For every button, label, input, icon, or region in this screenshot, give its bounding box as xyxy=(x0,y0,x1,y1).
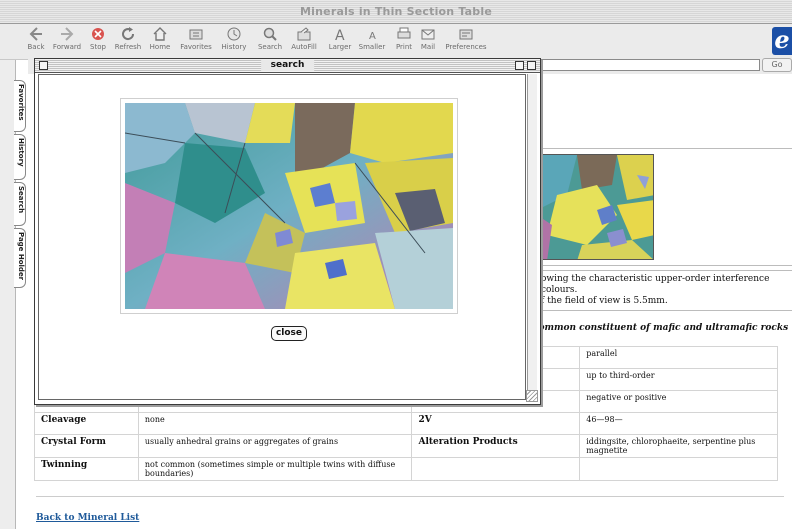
forward-arrow-icon xyxy=(61,27,74,41)
property-value: up to third-order xyxy=(579,368,778,391)
close-label: close xyxy=(275,328,303,338)
table-row: Cleavage none 2V 46—98— xyxy=(34,412,778,435)
property-value: parallel xyxy=(579,346,778,369)
table-row: Crystal Form usually anhedral grains or … xyxy=(34,434,778,458)
tab-search-label: Search xyxy=(17,186,25,214)
popup-body: close xyxy=(38,74,526,400)
tab-history[interactable]: History xyxy=(14,134,26,180)
search-button[interactable]: Search xyxy=(254,27,286,57)
collapse-box-icon[interactable] xyxy=(527,61,536,70)
close-box-icon[interactable] xyxy=(39,61,48,70)
go-label: Go xyxy=(771,60,783,69)
caption-line-2: f the field of view is 5.5mm. xyxy=(541,296,668,306)
favorites-icon xyxy=(189,29,203,40)
search-icon xyxy=(263,27,277,41)
tab-favorites[interactable]: Favorites xyxy=(14,80,26,132)
preferences-icon xyxy=(459,29,473,40)
resize-grip-icon[interactable] xyxy=(526,390,538,402)
close-button[interactable]: close xyxy=(271,326,307,341)
text-larger-icon: A xyxy=(335,28,345,41)
property-value: negative or positive xyxy=(579,390,778,413)
photo-frame xyxy=(120,98,458,314)
svg-text:A: A xyxy=(335,28,345,41)
description-text: a common constituent of mafic and ultram… xyxy=(524,323,789,333)
property-value: 46—98— xyxy=(579,412,778,435)
search-popup-window: search close xyxy=(34,58,541,405)
table-row: Twinning not common (sometimes simple or… xyxy=(34,457,778,481)
stop-button[interactable]: Stop xyxy=(82,27,114,57)
tab-page-holder-label: Page Holder xyxy=(17,232,25,281)
explorer-sidebar: Favorites History Search Page Holder xyxy=(0,60,26,529)
tab-history-label: History xyxy=(17,138,25,167)
thin-section-photo xyxy=(125,103,453,309)
caption-line-1: owing the characteristic upper-order int… xyxy=(541,274,770,295)
popup-titlebar[interactable]: search xyxy=(35,59,540,73)
autofill-button[interactable]: AutoFill xyxy=(288,27,320,57)
home-button[interactable]: Home xyxy=(144,27,176,57)
property-name: Twinning xyxy=(34,457,139,481)
tab-search[interactable]: Search xyxy=(14,182,26,226)
browser-toolbar: Back Forward Stop Refresh Home Favorites… xyxy=(0,24,792,60)
property-value: not common (sometimes simple or multiple… xyxy=(137,457,413,481)
history-button[interactable]: History xyxy=(218,27,250,57)
window-titlebar[interactable]: Minerals in Thin Section Table xyxy=(0,0,792,24)
property-value: usually anhedral grains or aggregates of… xyxy=(137,434,413,458)
image-caption: owing the characteristic upper-order int… xyxy=(540,270,792,311)
property-name: Crystal Form xyxy=(34,434,139,458)
back-to-mineral-list-link[interactable]: Back to Mineral List xyxy=(36,513,139,523)
forward-button[interactable]: Forward xyxy=(51,27,83,57)
tab-favorites-label: Favorites xyxy=(17,84,25,121)
smaller-button[interactable]: A Smaller xyxy=(356,27,388,57)
back-arrow-icon xyxy=(29,27,42,41)
property-name: 2V xyxy=(411,412,581,435)
mineral-description: a common constituent of mafic and ultram… xyxy=(524,323,792,333)
window-title: Minerals in Thin Section Table xyxy=(300,5,492,18)
autofill-icon xyxy=(297,27,311,41)
svg-text:A: A xyxy=(369,31,376,41)
preferences-label: Preferences xyxy=(445,43,487,51)
refresh-icon xyxy=(122,27,135,41)
go-button[interactable]: Go xyxy=(762,58,792,72)
larger-button[interactable]: A Larger xyxy=(324,27,356,57)
mail-icon xyxy=(421,29,435,40)
property-value: none xyxy=(137,412,413,435)
divider xyxy=(36,496,784,497)
zoom-box-icon[interactable] xyxy=(515,61,524,70)
back-button[interactable]: Back xyxy=(20,27,52,57)
stop-icon xyxy=(92,28,104,40)
property-name: Cleavage xyxy=(34,412,139,435)
tab-page-holder[interactable]: Page Holder xyxy=(14,228,26,288)
popup-scrollbar[interactable] xyxy=(527,74,537,400)
address-field[interactable] xyxy=(538,59,760,71)
home-icon xyxy=(153,27,167,41)
thin-section-thumbnail[interactable] xyxy=(536,154,654,260)
popup-title: search xyxy=(260,60,315,71)
browser-logo-icon: e xyxy=(772,27,792,55)
text-smaller-icon: A xyxy=(369,31,376,41)
property-name xyxy=(411,457,581,481)
property-value: iddingsite, chlorophaeite, serpentine pl… xyxy=(579,434,778,458)
print-icon xyxy=(397,27,411,39)
favorites-button[interactable]: Favorites xyxy=(180,27,212,57)
history-icon xyxy=(227,27,241,41)
property-name: Alteration Products xyxy=(411,434,581,458)
mail-button[interactable]: Mail xyxy=(412,27,444,57)
refresh-button[interactable]: Refresh xyxy=(112,27,144,57)
preferences-button[interactable]: Preferences xyxy=(445,27,487,57)
property-value xyxy=(579,457,778,481)
